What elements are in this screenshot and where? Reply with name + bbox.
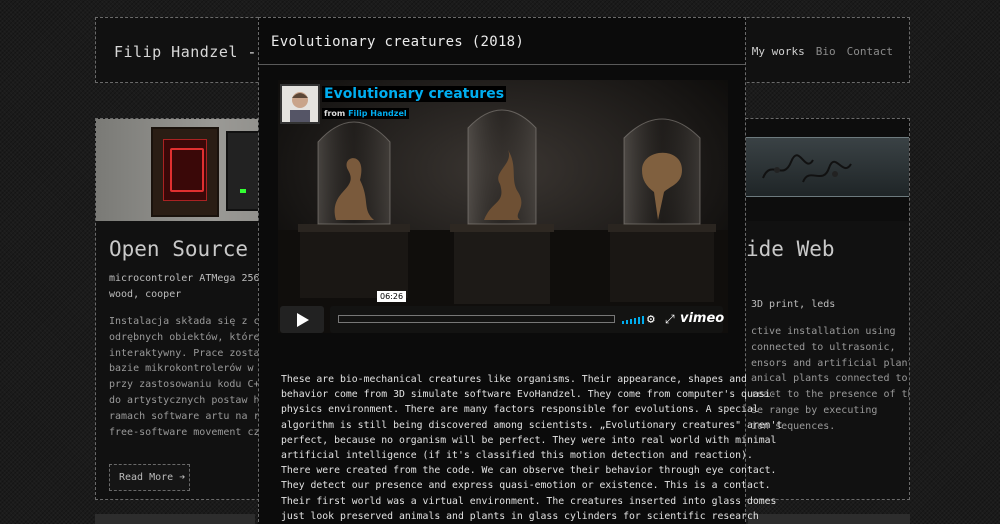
video-author-link[interactable]: Filip Handzel [348, 109, 407, 118]
modal-title: Evolutionary creatures (2018) [271, 34, 525, 50]
desc-line: ctive installation using [751, 326, 896, 337]
card-description: ctive installation using connected to ul… [751, 324, 910, 435]
desc-line: ensors and artificial plant [751, 357, 910, 369]
progress-bar[interactable] [338, 315, 615, 323]
glass-case [742, 137, 909, 197]
play-button[interactable] [280, 306, 324, 333]
modal-description: These are bio-mechanical creatures like … [281, 372, 783, 524]
nav-contact[interactable]: Contact [847, 45, 893, 58]
fullscreen-icon[interactable]: ⤢ [665, 312, 675, 327]
nav-bio[interactable]: Bio [816, 45, 836, 58]
volume-icon[interactable] [622, 315, 644, 324]
vimeo-logo[interactable]: vimeo [680, 311, 724, 326]
body-line: These are bio-mechanical creatures like … [281, 374, 747, 385]
video-byline: from Filip Handzel [322, 108, 409, 119]
desc-line: anical plants connected to a [751, 373, 910, 385]
work-modal: Evolutionary creatures (2018) Evolutiona… [258, 17, 783, 524]
control-bar: 06:26 ⚙ ⤢ vimeo [330, 291, 724, 333]
site-title[interactable]: Filip Handzel - c [114, 43, 276, 61]
player-controls: 06:26 ⚙ ⤢ vimeo [280, 291, 726, 333]
body-line: There were created from the code. We can… [281, 465, 777, 477]
card-title: ide Web [746, 237, 835, 261]
gear-icon[interactable]: ⚙ [647, 312, 655, 327]
modal-divider [259, 64, 745, 65]
next-row-thumbnail [748, 514, 910, 524]
desc-line: se range by executing [751, 404, 878, 416]
read-more-button[interactable]: Read More ➔ [109, 464, 190, 491]
body-line: physics environment. There are many fact… [281, 404, 759, 416]
body-line: Their first world was a virtual environm… [281, 495, 777, 507]
device-box [151, 127, 219, 217]
body-line: perfect, because no organism will be per… [281, 434, 777, 446]
desc-line: connected to ultrasonic, [751, 341, 896, 353]
body-line: artificial intelligence (if it's classif… [281, 450, 753, 462]
nav-my-works[interactable]: My works [752, 45, 805, 58]
card-materials: 3D print, leds [751, 297, 909, 313]
author-avatar[interactable] [280, 84, 320, 124]
body-line: behavior come from 3D simulate software … [281, 389, 777, 401]
byline-prefix: from [324, 109, 346, 118]
body-line: algorithm is still being discovered amon… [281, 419, 783, 431]
body-line: just look preserved animals and plants i… [281, 510, 759, 522]
video-title-link[interactable]: Evolutionary creatures [322, 86, 507, 102]
main-nav: My works Bio Contact [752, 45, 893, 58]
card-meta-line: 3D print, leds [751, 299, 836, 310]
timecode: 06:26 [377, 291, 407, 302]
next-row-thumbnail [95, 514, 255, 524]
video-player[interactable]: Evolutionary creatures from Filip Handze… [278, 80, 728, 333]
body-line: They detect our presence and express qua… [281, 480, 771, 492]
